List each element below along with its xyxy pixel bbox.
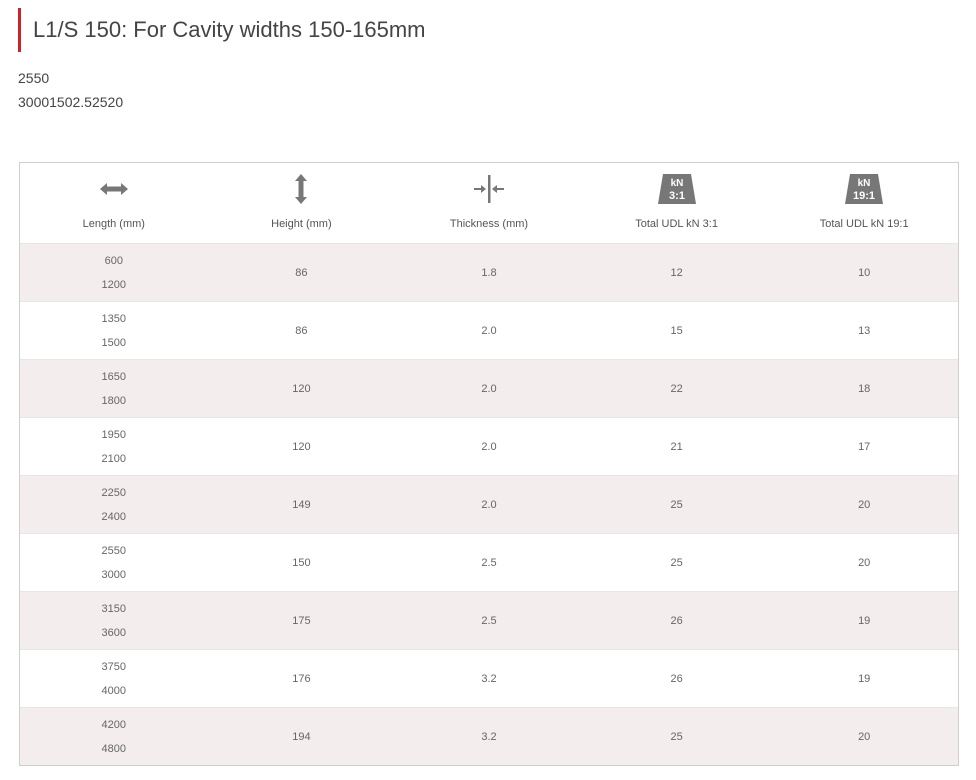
length-min: 3750 <box>101 660 127 673</box>
spec-table: Length (mm) Height (mm) Thickness (mm) k… <box>20 163 958 765</box>
vertical-arrows-icon <box>208 174 396 204</box>
length-cell: 1950 2100 <box>20 417 208 476</box>
title-bar: L1/S 150: For Cavity widths 150-165mm <box>18 8 426 52</box>
length-cell: 3150 3600 <box>20 591 208 650</box>
length-max: 4000 <box>101 684 127 697</box>
udl-3-1-cell: 26 <box>582 649 771 708</box>
thickness-cell: 2.5 <box>395 591 583 650</box>
udl-3-1-cell: 25 <box>582 533 771 592</box>
length-min: 1350 <box>101 312 127 325</box>
height-cell: 86 <box>207 243 396 302</box>
table-row: 1650 1800 120 2.0 22 18 <box>20 359 958 418</box>
column-header-udl-3-1: kN 3:1 Total UDL kN 3:1 <box>583 163 771 244</box>
udl-3-1-cell: 25 <box>582 707 771 765</box>
length-max: 4800 <box>101 742 127 755</box>
column-header-height: Height (mm) <box>208 163 396 244</box>
length-max: 1800 <box>101 394 127 407</box>
thickness-cell: 2.5 <box>395 533 583 592</box>
table-row: 1950 2100 120 2.0 21 17 <box>20 417 958 476</box>
thickness-cell: 1.8 <box>395 243 583 302</box>
udl-19-1-cell: 17 <box>770 417 958 476</box>
length-cell: 1350 1500 <box>20 301 208 360</box>
table-row: 4200 4800 194 3.2 25 20 <box>20 707 958 765</box>
length-max: 3000 <box>101 568 127 581</box>
badge-bottom-text: 3:1 <box>669 190 685 202</box>
height-cell: 176 <box>207 649 396 708</box>
height-cell: 120 <box>207 417 396 476</box>
column-header-udl-19-1: kN 19:1 Total UDL kN 19:1 <box>770 163 958 244</box>
udl-19-1-cell: 10 <box>770 243 958 302</box>
udl-3-1-cell: 25 <box>582 475 771 534</box>
thickness-cell: 3.2 <box>395 707 583 765</box>
udl-19-1-cell: 19 <box>770 591 958 650</box>
page-title: L1/S 150: For Cavity widths 150-165mm <box>33 17 426 42</box>
length-cell: 1650 1800 <box>20 359 208 418</box>
meta-line-2: 30001502.52520 <box>18 94 124 110</box>
thickness-cell: 3.2 <box>395 649 583 708</box>
udl-19-1-cell: 19 <box>770 649 958 708</box>
table-row: 3750 4000 176 3.2 26 19 <box>20 649 958 708</box>
udl-3-1-cell: 22 <box>582 359 771 418</box>
length-cell: 4200 4800 <box>20 707 208 765</box>
thickness-cell: 2.0 <box>395 359 583 418</box>
udl-19-1-cell: 13 <box>770 301 958 360</box>
badge-bottom-text: 19:1 <box>853 190 875 202</box>
length-cell: 3750 4000 <box>20 649 208 708</box>
thickness-icon <box>395 174 583 204</box>
product-meta: 2550 30001502.52520 <box>18 66 123 114</box>
length-max: 1500 <box>101 336 127 349</box>
table-row: 3150 3600 175 2.5 26 19 <box>20 591 958 650</box>
length-max: 1200 <box>101 278 127 291</box>
column-label: Length (mm) <box>82 218 145 230</box>
udl-19-1-cell: 20 <box>770 475 958 534</box>
udl-3-1-cell: 15 <box>582 301 771 360</box>
udl-3-1-cell: 12 <box>582 243 771 302</box>
meta-line-1: 2550 <box>18 70 50 86</box>
height-cell: 194 <box>207 707 396 765</box>
length-cell: 2550 3000 <box>20 533 208 592</box>
height-cell: 175 <box>207 591 396 650</box>
height-cell: 150 <box>207 533 396 592</box>
column-label: Thickness (mm) <box>449 218 529 230</box>
udl-3-1-cell: 21 <box>582 417 771 476</box>
length-cell: 2250 2400 <box>20 475 208 534</box>
table-row: 1350 1500 86 2.0 15 13 <box>20 301 958 360</box>
udl-19-1-cell: 20 <box>770 533 958 592</box>
length-min: 4200 <box>101 718 127 731</box>
length-max: 3600 <box>101 626 127 639</box>
table-row: 2250 2400 149 2.0 25 20 <box>20 475 958 534</box>
badge-top-text: kN <box>670 178 683 189</box>
thickness-cell: 2.0 <box>395 475 583 534</box>
table-row: 2550 3000 150 2.5 25 20 <box>20 533 958 592</box>
thickness-cell: 2.0 <box>395 301 583 360</box>
length-min: 2250 <box>101 486 127 499</box>
column-header-thickness: Thickness (mm) <box>395 163 583 244</box>
column-label: Total UDL kN 19:1 <box>819 218 909 230</box>
length-min: 3150 <box>101 602 127 615</box>
load-badge-icon: kN 19:1 <box>770 174 958 204</box>
column-label: Total UDL kN 3:1 <box>635 218 718 230</box>
height-cell: 149 <box>207 475 396 534</box>
length-min: 2550 <box>101 544 127 557</box>
horizontal-arrows-icon <box>20 174 208 204</box>
length-max: 2100 <box>101 452 127 465</box>
length-min: 600 <box>104 254 123 267</box>
load-badge-icon: kN 3:1 <box>583 174 771 204</box>
table-header-row: Length (mm) Height (mm) Thickness (mm) k… <box>20 163 958 244</box>
length-min: 1950 <box>101 428 127 441</box>
table-row: 600 1200 86 1.8 12 10 <box>20 243 958 302</box>
length-cell: 600 1200 <box>20 243 208 302</box>
badge-top-text: kN <box>858 178 871 189</box>
length-min: 1650 <box>101 370 127 383</box>
udl-19-1-cell: 18 <box>770 359 958 418</box>
udl-3-1-cell: 26 <box>582 591 771 650</box>
thickness-cell: 2.0 <box>395 417 583 476</box>
length-max: 2400 <box>101 510 127 523</box>
height-cell: 120 <box>207 359 396 418</box>
udl-19-1-cell: 20 <box>770 707 958 765</box>
column-label: Height (mm) <box>271 218 332 230</box>
column-header-length: Length (mm) <box>20 163 208 244</box>
spec-table-container: Length (mm) Height (mm) Thickness (mm) k… <box>19 162 959 766</box>
height-cell: 86 <box>207 301 396 360</box>
